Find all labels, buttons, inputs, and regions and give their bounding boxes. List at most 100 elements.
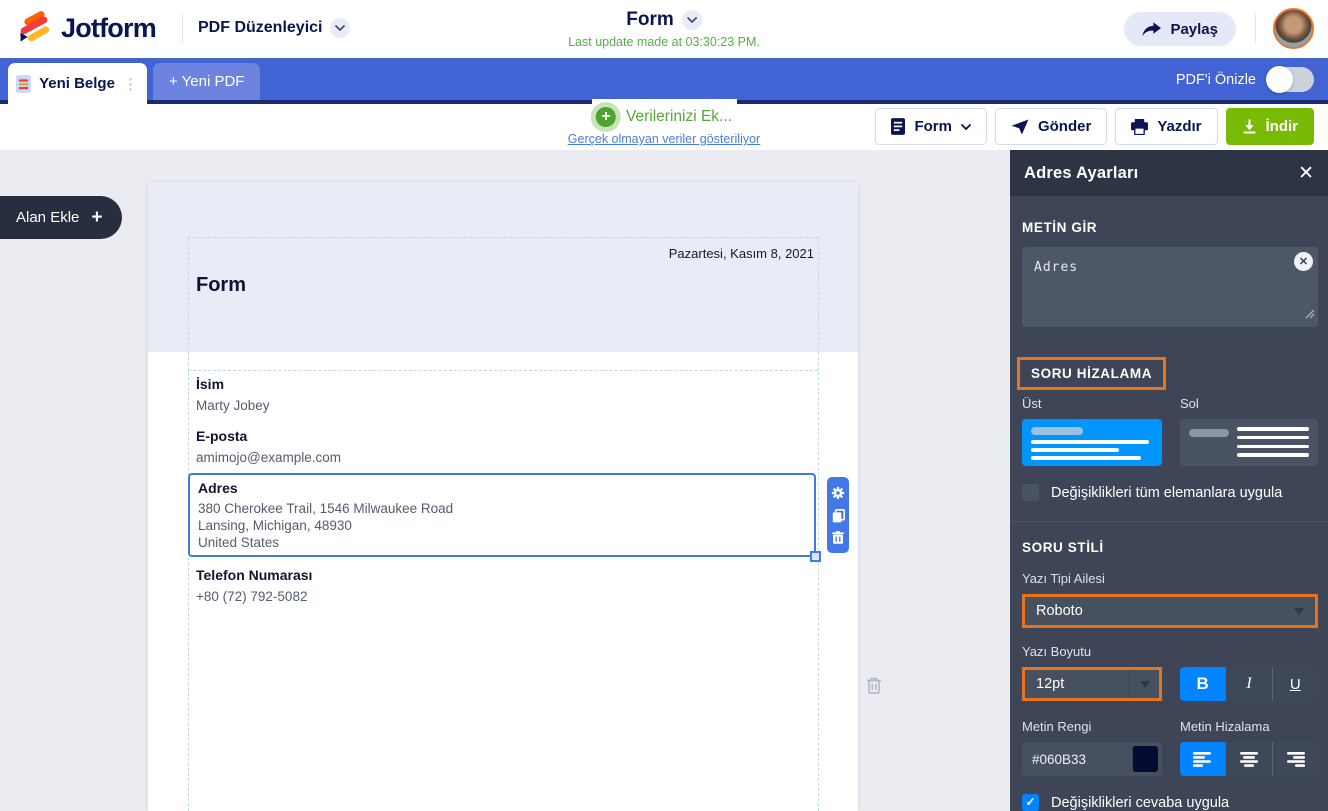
- align-left-label: Sol: [1180, 396, 1199, 411]
- field-label-adres: Adres: [198, 480, 238, 496]
- field-duplicate-icon[interactable]: [832, 508, 845, 523]
- app-header: Jotform PDF Düzenleyici Form Last update…: [0, 0, 1328, 58]
- printer-icon: [1131, 118, 1149, 135]
- product-menu-dropdown[interactable]: PDF Düzenleyici: [198, 18, 351, 38]
- font-family-select[interactable]: Roboto: [1022, 594, 1318, 628]
- italic-button[interactable]: I: [1225, 667, 1272, 701]
- field-value-eposta[interactable]: amimojo@example.com: [196, 450, 341, 465]
- product-menu-label: PDF Düzenleyici: [198, 19, 323, 36]
- panel-title: Adres Ayarları: [1024, 163, 1139, 182]
- font-size-select[interactable]: 12pt: [1022, 667, 1162, 701]
- print-button[interactable]: Yazdır: [1115, 108, 1218, 145]
- resize-grip-icon[interactable]: [1305, 306, 1315, 324]
- question-style-label: SORU STİLİ: [1022, 540, 1104, 555]
- adres-line-1: 380 Cherokee Trail, 1546 Milwaukee Road: [198, 501, 454, 516]
- add-data-label: Verilerinizi Ek...: [626, 108, 732, 125]
- font-family-label: Yazı Tipi Ailesi: [1022, 571, 1105, 586]
- section-divider: [1010, 521, 1328, 522]
- pdf-form-title[interactable]: Form: [196, 274, 246, 297]
- print-button-label: Yazdır: [1157, 118, 1202, 135]
- align-option-left[interactable]: [1180, 419, 1318, 466]
- apply-all-checkbox[interactable]: [1022, 484, 1039, 501]
- text-color-value: #060B33: [1032, 751, 1087, 767]
- field-label-isim[interactable]: İsim: [196, 376, 224, 392]
- layout-guide: [188, 370, 818, 371]
- document-title: Form: [626, 9, 674, 30]
- align-center-button[interactable]: [1225, 742, 1272, 776]
- chevron-down-icon: [1139, 680, 1150, 688]
- underline-button[interactable]: U: [1271, 667, 1318, 701]
- text-color-label: Metin Rengi: [1022, 719, 1092, 734]
- field-value-isim[interactable]: Marty Jobey: [196, 398, 270, 413]
- pdf-page[interactable]: Pazartesi, Kasım 8, 2021 Form İsim Marty…: [148, 182, 858, 811]
- text-style-buttons: B I U: [1180, 667, 1318, 701]
- tab-label: Yeni Belge: [39, 75, 115, 92]
- adres-line-2: Lansing, Michigan, 48930: [198, 518, 352, 533]
- tab-yeni-belge[interactable]: Yeni Belge ⋮: [8, 63, 147, 104]
- pdf-date[interactable]: Pazartesi, Kasım 8, 2021: [669, 246, 814, 261]
- layout-guide: [818, 237, 819, 811]
- align-top-label: Üst: [1022, 396, 1042, 411]
- share-button[interactable]: Paylaş: [1124, 12, 1236, 46]
- font-family-value: Roboto: [1036, 603, 1083, 619]
- header-divider: [1255, 14, 1256, 44]
- send-button[interactable]: Gönder: [994, 108, 1108, 145]
- last-update-status: Last update made at 03:30:23 PM.: [568, 35, 760, 49]
- field-settings-gear-icon[interactable]: [831, 486, 845, 500]
- chevron-down-icon: [961, 123, 971, 130]
- title-chevron-down-icon[interactable]: [681, 10, 702, 30]
- chevron-down-icon: [1294, 607, 1304, 615]
- page-delete-trash-icon[interactable]: [865, 676, 883, 700]
- font-size-value: 12pt: [1036, 676, 1065, 692]
- apply-all-checkbox-row[interactable]: Değişiklikleri tüm elemanlara uygula: [1022, 484, 1318, 501]
- field-value-telefon[interactable]: +80 (72) 792-5082: [196, 589, 307, 604]
- new-pdf-button[interactable]: + Yeni PDF: [153, 63, 261, 100]
- download-icon: [1242, 119, 1257, 134]
- layout-guide: [188, 237, 818, 238]
- add-data-button[interactable]: + Verilerinizi Ek...: [568, 107, 760, 127]
- tab-more-menu-icon[interactable]: ⋮: [123, 75, 139, 93]
- field-label-telefon[interactable]: Telefon Numarası: [196, 567, 312, 583]
- enter-text-label: METİN GİR: [1022, 220, 1098, 235]
- apply-answer-checkbox[interactable]: ✓: [1022, 794, 1039, 811]
- pdf-preview-label: PDF'i Önizle: [1175, 71, 1256, 88]
- field-delete-trash-icon[interactable]: [832, 531, 844, 545]
- plus-circle-icon: +: [596, 107, 617, 127]
- align-left-button[interactable]: [1180, 742, 1226, 776]
- add-field-button[interactable]: Alan Ekle +: [0, 196, 123, 239]
- pdf-preview-toggle-group: PDF'i Önizle: [1175, 66, 1314, 93]
- color-swatch[interactable]: [1132, 746, 1158, 772]
- align-right-button[interactable]: [1271, 742, 1318, 776]
- form-dropdown-button[interactable]: Form: [875, 108, 987, 145]
- question-alignment-label: SORU HİZALAMA: [1017, 357, 1167, 390]
- field-text-value: Adres: [1034, 260, 1079, 275]
- sample-data-notice-link[interactable]: Gerçek olmayan veriler gösteriliyor: [568, 132, 760, 146]
- bold-button[interactable]: B: [1180, 667, 1226, 701]
- select-caret-cell: [1129, 670, 1159, 698]
- panel-header: Adres Ayarları ✕: [1010, 150, 1328, 196]
- text-color-input[interactable]: #060B33: [1022, 742, 1162, 776]
- add-data-group: + Verilerinizi Ek... Gerçek olmayan veri…: [568, 107, 760, 146]
- field-label-eposta[interactable]: E-posta: [196, 428, 247, 444]
- align-option-top[interactable]: [1022, 419, 1162, 466]
- close-icon[interactable]: ✕: [1298, 164, 1314, 183]
- text-align-buttons: [1180, 742, 1318, 776]
- selected-field-adres[interactable]: Adres 380 Cherokee Trail, 1546 Milwaukee…: [188, 473, 821, 562]
- jotform-logo[interactable]: Jotform: [16, 9, 157, 47]
- field-text-textarea[interactable]: Adres ✕: [1022, 247, 1318, 327]
- download-button[interactable]: İndir: [1225, 108, 1314, 145]
- font-size-label: Yazı Boyutu: [1022, 644, 1092, 659]
- pdf-header-band[interactable]: [148, 182, 858, 352]
- jotform-logo-icon: [16, 9, 52, 47]
- document-tab-bar: Yeni Belge ⋮ + Yeni PDF PDF'i Önizle: [0, 58, 1328, 104]
- clear-text-icon[interactable]: ✕: [1294, 252, 1313, 271]
- resize-handle[interactable]: [810, 551, 821, 562]
- header-divider: [182, 14, 183, 44]
- adres-line-3: United States: [198, 535, 280, 550]
- pdf-preview-toggle[interactable]: [1266, 66, 1314, 93]
- avatar[interactable]: [1273, 8, 1314, 49]
- send-icon: [1011, 118, 1029, 135]
- share-icon: [1142, 21, 1162, 37]
- apply-answer-checkbox-row[interactable]: ✓ Değişiklikleri cevaba uygula: [1022, 794, 1318, 811]
- form-document-icon: [891, 118, 906, 135]
